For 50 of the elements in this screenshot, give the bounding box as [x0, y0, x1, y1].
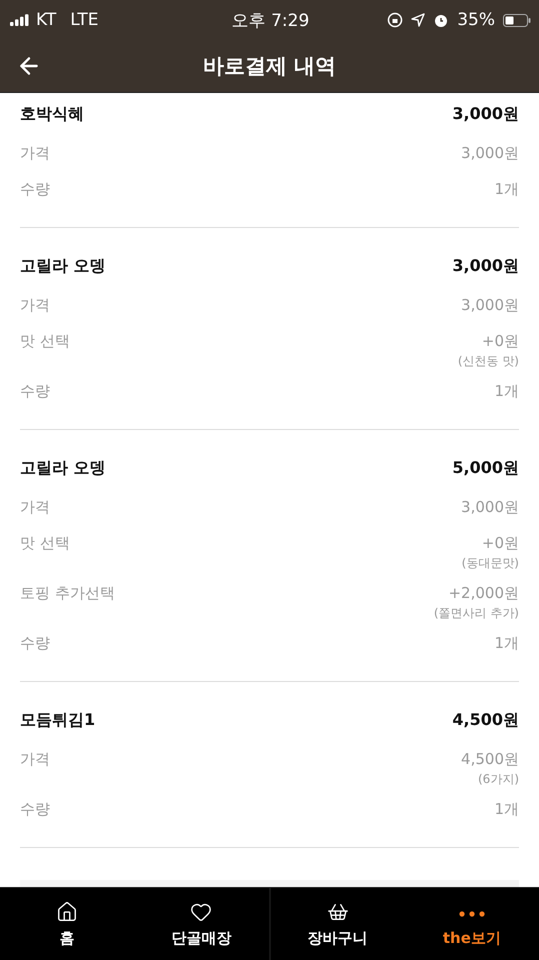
detail-value: +2,000원	[448, 583, 519, 604]
detail-value: 1개	[494, 381, 519, 402]
detail-label: 가격	[20, 143, 50, 164]
detail-value: 3,000원	[461, 497, 519, 518]
signal-icon	[10, 14, 30, 26]
detail-value: 3,000원	[461, 143, 519, 164]
home-icon	[56, 900, 78, 922]
detail-label: 맛 선택	[20, 533, 70, 554]
option-note: (6가지)	[478, 771, 519, 787]
detail-value: 4,500원	[461, 749, 519, 770]
option-note: (동대문맛)	[462, 555, 519, 571]
detail-value: +0원	[482, 331, 519, 352]
battery-icon	[503, 14, 532, 26]
item-name: 모듬튀김1	[20, 710, 96, 730]
detail-value: 3,000원	[461, 295, 519, 316]
detail-value: 1개	[494, 799, 519, 820]
tab-bar-item[interactable]: 장바구니	[268, 888, 405, 960]
detail-label: 수량	[20, 381, 50, 402]
item-total: 4,500원	[452, 710, 519, 730]
item-total: 3,000원	[452, 256, 519, 276]
detail-label: 수량	[20, 799, 50, 820]
clock: 오후 7:29	[232, 10, 310, 30]
rotation-lock-icon	[387, 12, 404, 28]
network-type: LTE	[70, 10, 98, 30]
detail-value: 1개	[494, 179, 519, 200]
detail-value: +0원	[482, 533, 519, 554]
detail-label: 가격	[20, 749, 50, 770]
detail-label: 수량	[20, 633, 50, 654]
item-total: 5,000원	[452, 458, 519, 478]
detail-label: 수량	[20, 179, 50, 200]
tab-bar-item[interactable]: 단골매장	[134, 888, 268, 960]
item-total: 3,000원	[452, 104, 519, 124]
carrier: KT	[36, 10, 56, 30]
alarm-icon	[433, 12, 450, 28]
battery-percent: 35%	[457, 10, 496, 30]
detail-label: 가격	[20, 295, 50, 316]
location-icon	[411, 13, 426, 27]
item-name: 호박식혜	[20, 104, 84, 124]
more-icon	[458, 910, 485, 916]
detail-value: 1개	[494, 633, 519, 654]
item-name: 고릴라 오뎅	[20, 458, 106, 478]
detail-label: 맛 선택	[20, 331, 70, 352]
tab-bar-item[interactable]: 홈	[0, 888, 134, 960]
page-title: 바로결제 내역	[202, 53, 336, 80]
option-note: (쫄면사리 추가)	[434, 605, 519, 621]
tab-bar-item[interactable]: the보기	[404, 888, 539, 960]
detail-label: 가격	[20, 497, 50, 518]
detail-label: 토핑 추가선택	[20, 583, 115, 604]
option-note: (신천동 맛)	[458, 353, 519, 369]
item-name: 고릴라 오뎅	[20, 256, 106, 276]
